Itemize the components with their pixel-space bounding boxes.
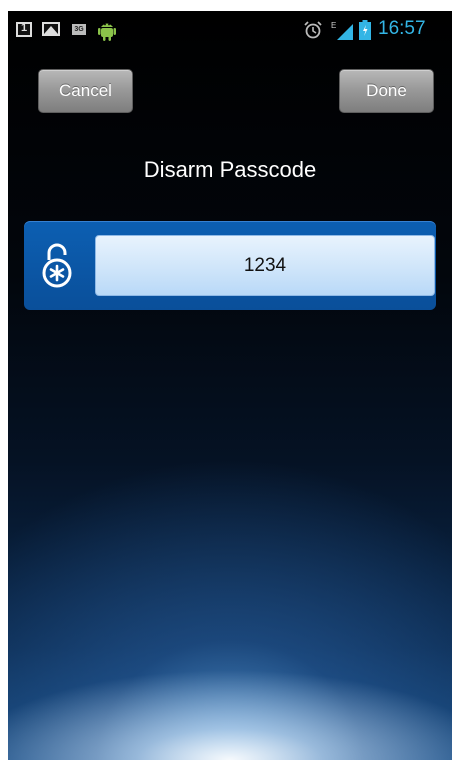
done-button[interactable]: Done [339, 69, 434, 113]
page-title: Disarm Passcode [143, 157, 317, 182]
android-icon [98, 23, 116, 41]
clock: 16:57 [378, 18, 426, 39]
lock-icon [42, 243, 72, 288]
battery-icon [359, 20, 371, 40]
signal-icon: E [331, 21, 353, 40]
passcode-input[interactable]: 1234 [95, 235, 435, 296]
3g-icon: 3G [72, 24, 86, 35]
svg-text:E: E [331, 21, 336, 30]
phone-screen: 3G E 16:57 Cancel Done Disa [8, 11, 452, 760]
gallery-icon [42, 22, 60, 36]
calendar-icon [16, 22, 32, 37]
status-bar: 3G E 16:57 [8, 11, 452, 51]
cancel-button[interactable]: Cancel [38, 69, 133, 113]
alarm-icon [304, 21, 322, 39]
passcode-panel: 1234 [24, 221, 436, 310]
